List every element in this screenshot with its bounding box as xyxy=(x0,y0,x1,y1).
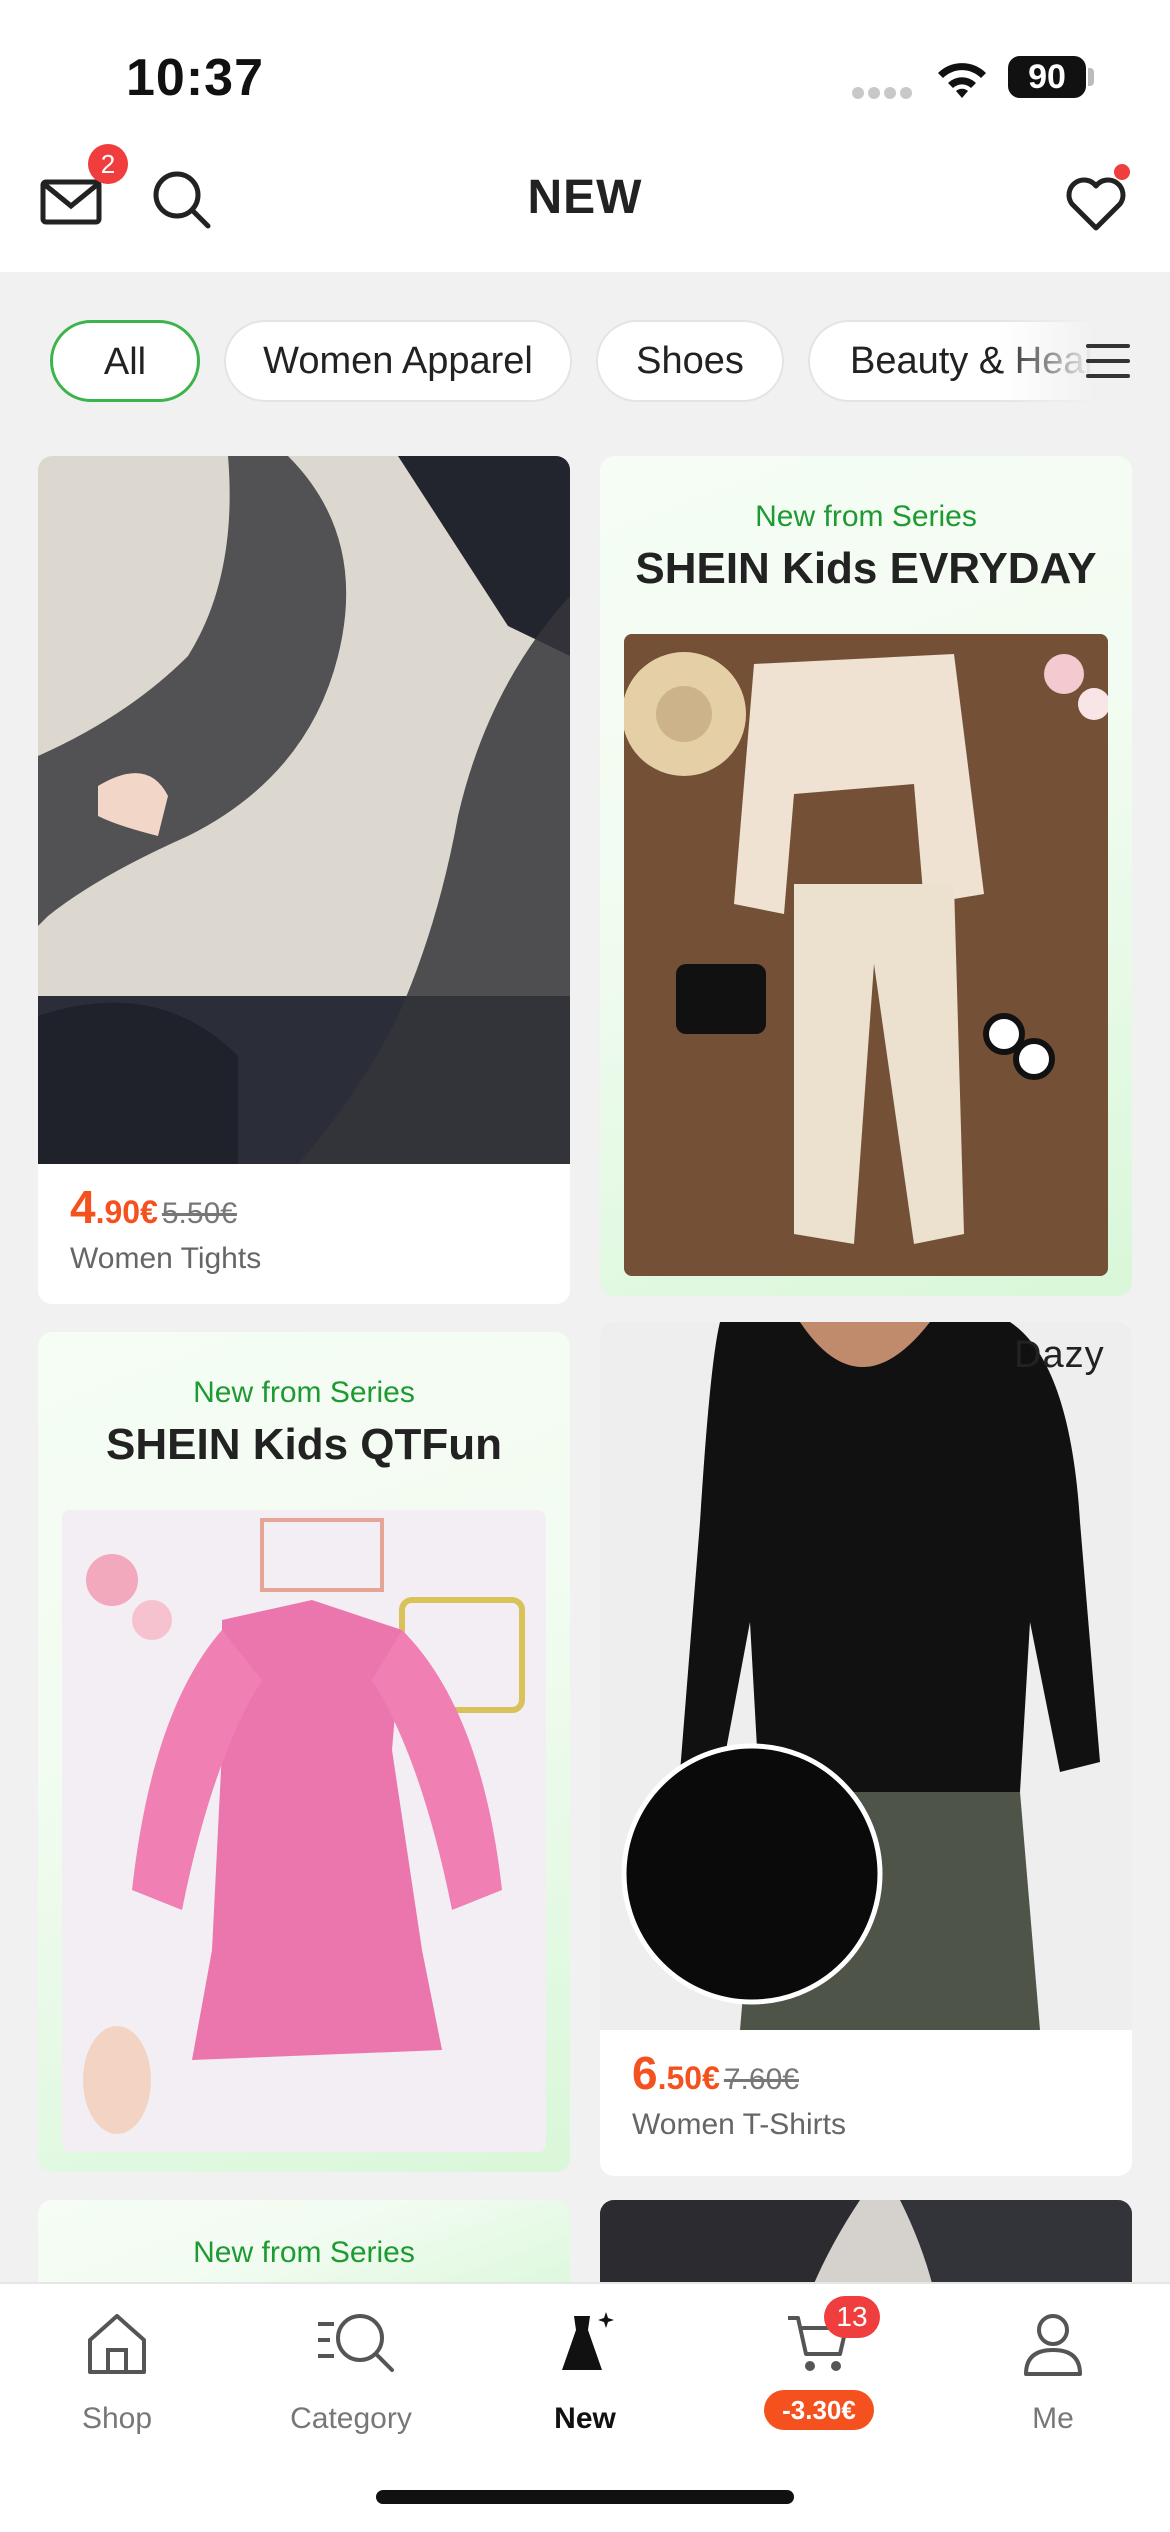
filter-fade xyxy=(1000,312,1170,404)
home-icon xyxy=(88,2314,146,2374)
series-image-qtfun xyxy=(62,1510,546,2152)
series-image-evryday xyxy=(624,634,1108,1276)
price-row: 4.90€ 5.50€ xyxy=(70,1180,237,1234)
tab-category[interactable]: Category xyxy=(234,2284,468,2444)
product-image-tshirt xyxy=(600,1322,1132,2030)
original-price: 5.50€ xyxy=(161,1197,237,1230)
battery-indicator: 90 xyxy=(1008,56,1086,98)
dress-sparkle-icon xyxy=(562,2312,614,2370)
battery-tip xyxy=(1088,68,1094,86)
tab-label: New xyxy=(554,2402,616,2435)
price-integer: 4 xyxy=(70,1181,96,1233)
filter-chip-all[interactable]: All xyxy=(50,320,200,402)
status-time: 10:37 xyxy=(126,49,264,107)
tab-label: Shop xyxy=(81,2402,153,2435)
product-image-tights xyxy=(38,456,570,1164)
wifi-icon xyxy=(938,63,986,98)
price-decimal: .50€ xyxy=(657,2060,720,2096)
wishlist-dot xyxy=(1114,164,1130,180)
brand-label: Dazy xyxy=(1014,1334,1105,1376)
series-subtitle: New from Series xyxy=(755,500,977,533)
cart-count-badge: 13 xyxy=(824,2296,880,2338)
filter-chip-women-apparel[interactable]: Women Apparel xyxy=(224,320,572,402)
series-card-evryday[interactable]: New from Series SHEIN Kids EVRYDAY xyxy=(600,456,1132,1296)
product-name: Women T-Shirts xyxy=(632,2108,846,2141)
tab-label: Me xyxy=(1032,2402,1074,2435)
product-name: Women Tights xyxy=(70,1242,262,1275)
product-card-tshirt[interactable]: Dazy 6.50€ 7.60€ Women T-Shirts xyxy=(600,1322,1132,2176)
series-card-qtfun[interactable]: New from Series SHEIN Kids QTFun xyxy=(38,1332,570,2172)
menu-icon[interactable] xyxy=(1086,344,1130,378)
wishlist-heart-icon[interactable] xyxy=(1064,174,1128,232)
tab-new[interactable]: New xyxy=(468,2284,702,2444)
tab-label: Category xyxy=(290,2402,412,2435)
tab-me[interactable]: Me xyxy=(936,2284,1170,2444)
filter-chip-shoes[interactable]: Shoes xyxy=(596,320,784,402)
status-bar: 10:37 90 xyxy=(0,0,1170,140)
original-price: 7.60€ xyxy=(723,2063,799,2096)
category-search-icon xyxy=(318,2314,394,2372)
series-subtitle: New from Series xyxy=(193,2236,415,2269)
category-filter-row: All Women Apparel Shoes Beauty & Health xyxy=(0,312,1170,404)
price-decimal: .90€ xyxy=(95,1194,158,1230)
series-title: SHEIN Kids QTFun xyxy=(106,1420,502,1469)
series-subtitle: New from Series xyxy=(193,1376,415,1409)
product-card-tights[interactable]: 4.90€ 5.50€ Women Tights xyxy=(38,456,570,1304)
series-title: SHEIN Kids EVRYDAY xyxy=(635,544,1097,593)
app-header: 2 NEW xyxy=(0,140,1170,272)
page-title: NEW xyxy=(527,171,643,224)
cellular-signal-icon xyxy=(852,86,916,100)
tab-shop[interactable]: Shop xyxy=(0,2284,234,2444)
price-integer: 6 xyxy=(632,2047,658,2099)
price-row: 6.50€ 7.60€ xyxy=(632,2046,799,2100)
cart-discount-pill: -3.30€ xyxy=(764,2390,874,2430)
profile-icon xyxy=(1024,2314,1082,2376)
home-indicator xyxy=(376,2490,794,2504)
